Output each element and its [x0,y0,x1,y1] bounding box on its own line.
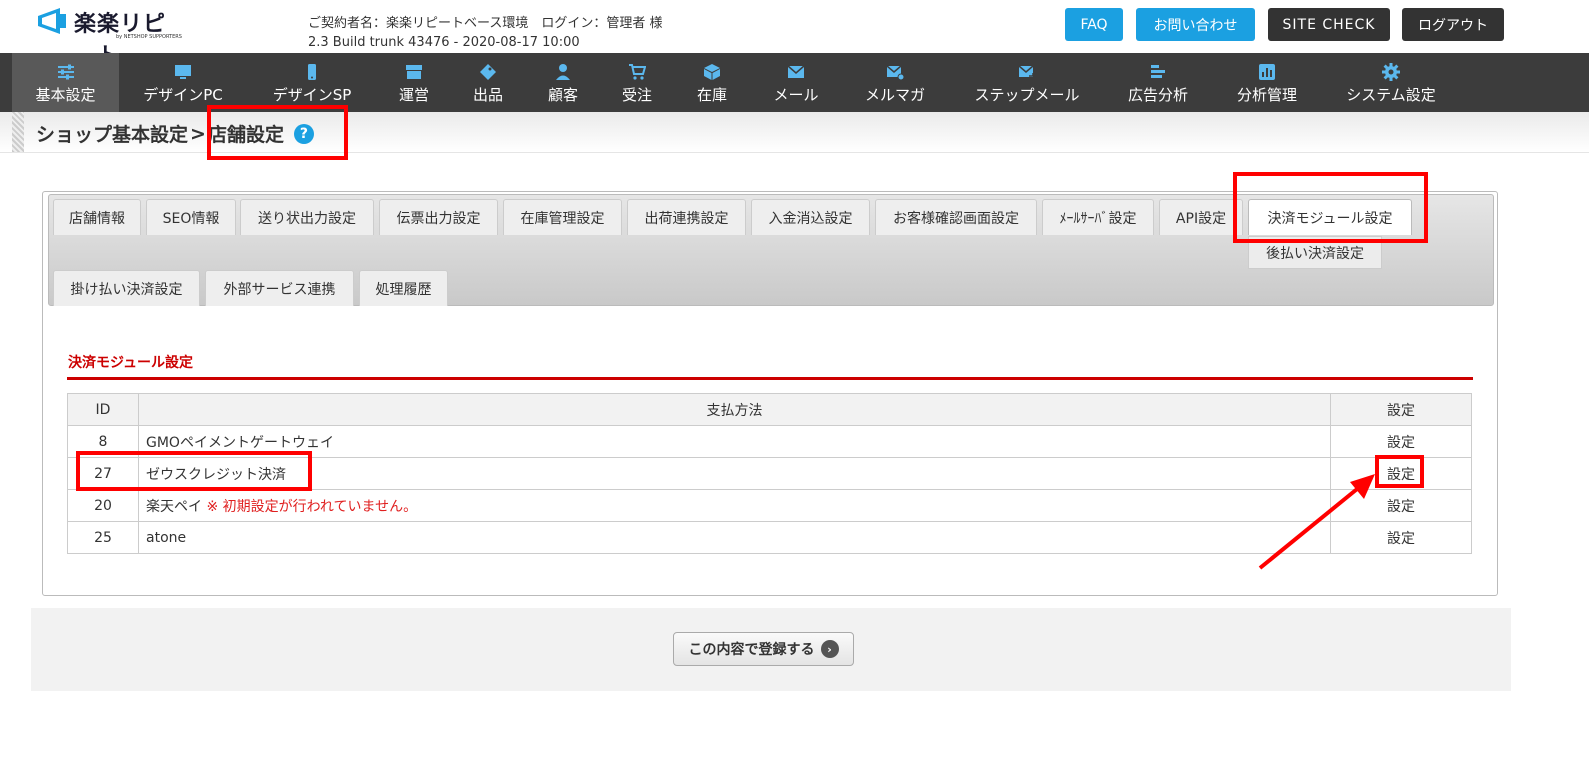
method-name: 楽天ペイ [146,498,202,515]
logo-megaphone-icon [38,8,66,34]
nav-label: 受注 [621,86,652,104]
main-nav: 基本設定 デザインPC デザインSP 運営 出品 顧客 受注 在庫 メール メル… [0,53,1589,112]
tab-invoice-payment[interactable]: 掛け払い決済設定 [53,270,200,306]
nav-label: デザインPC [143,86,223,104]
nav-item-inventory[interactable]: 在庫 [686,53,738,112]
gear-icon [1382,63,1400,81]
table-header-row: ID 支払方法 設定 [67,393,1472,426]
nav-item-basic-settings[interactable]: 基本設定 [12,53,119,112]
nav-label: デザインSP [272,86,352,104]
nav-label: 基本設定 [35,86,96,104]
setup-warning: ※ 初期設定が行われていません。 [206,498,418,515]
col-header-id: ID [67,393,139,426]
mail-icon [787,63,805,81]
nav-item-customer[interactable]: 顧客 [537,53,589,112]
nav-item-design-pc[interactable]: デザインPC [131,53,235,112]
tab-customer-confirm[interactable]: お客様確認画面設定 [875,199,1037,235]
nav-item-mail[interactable]: メール [762,53,830,112]
save-button[interactable]: この内容で登録する › [673,632,854,666]
row-method: ゼウスクレジット決済 [138,457,1331,490]
tab-store-info[interactable]: 店舗情報 [53,199,141,235]
nav-item-analytics[interactable]: 分析管理 [1227,53,1307,112]
nav-item-orders[interactable]: 受注 [611,53,663,112]
col-header-method: 支払方法 [138,393,1331,426]
nav-item-step-mail[interactable]: ステップメール [962,53,1092,112]
row-id: 20 [67,489,139,522]
monitor-icon [174,63,192,81]
row-method: atone [138,521,1331,554]
smartphone-icon [303,63,321,81]
tab-shipment-link[interactable]: 出荷連携設定 [627,199,746,235]
nav-label: システム設定 [1346,86,1436,104]
contract-line: ご契約者名：楽楽リピートベース環境 ログイン：管理者 様 [308,16,663,31]
row-setting-link[interactable]: 設定 [1330,425,1472,458]
tab-process-history[interactable]: 処理履歴 [359,270,448,306]
nav-label: メルマガ [864,86,925,104]
method-name: atone [146,529,187,546]
annotation-box-zeus-row [76,451,312,491]
logo[interactable]: 楽楽リピート by NETSHOP SUPPORTERS [36,4,186,69]
method-name: GMOペイメントゲートウェイ [146,434,334,451]
newsletter-icon [886,63,904,81]
save-button-label: この内容で登録する [688,642,815,658]
tab-shipping-label[interactable]: 送り状出力設定 [240,199,374,235]
box-icon [703,63,721,81]
tab-payment-reconcile[interactable]: 入金消込設定 [751,199,870,235]
tab-invoice-output[interactable]: 伝票出力設定 [379,199,498,235]
annotation-box-page-title [207,105,348,160]
nav-label: 運営 [398,86,429,104]
build-line: 2.3 Build trunk 43476 - 2020-08-17 10:00 [308,35,580,50]
site-check-button[interactable]: SITE CHECK [1268,8,1390,41]
nav-label: 広告分析 [1127,86,1188,104]
tab-mail-server[interactable]: ﾒｰﾙｻｰﾊﾞ設定 [1042,199,1154,235]
nav-item-listing[interactable]: 出品 [462,53,514,112]
step-mail-icon [1018,63,1036,81]
tab-external-services[interactable]: 外部サービス連携 [205,270,354,306]
logo-subtext: by NETSHOP SUPPORTERS [116,34,182,40]
arrow-right-icon: › [820,640,839,658]
cart-icon [628,63,646,81]
logout-button[interactable]: ログアウト [1402,8,1504,41]
user-icon [554,63,572,81]
tab-inventory-settings[interactable]: 在庫管理設定 [503,199,622,235]
section-divider [67,377,1473,380]
nav-label: 在庫 [696,86,727,104]
nav-label: 分析管理 [1236,86,1297,104]
contact-button[interactable]: お問い合わせ [1136,8,1255,41]
col-header-setting: 設定 [1330,393,1472,426]
nav-label: メール [773,86,819,104]
contract-info: ご契約者名：楽楽リピートベース環境 ログイン：管理者 様 2.3 Build t… [308,14,662,52]
nav-item-newsletter[interactable]: メルマガ [855,53,935,112]
section-title: 決済モジュール設定 [68,355,194,371]
breadcrumb-parent[interactable]: ショップ基本設定 [36,120,188,147]
header: 楽楽リピート by NETSHOP SUPPORTERS ご契約者名：楽楽リピー… [0,0,1589,69]
bars-icon [1149,63,1167,81]
annotation-arrow-icon [1258,474,1375,570]
row-id: 25 [67,521,139,554]
store-icon [405,63,423,81]
sliders-icon [57,63,75,81]
nav-item-system-settings[interactable]: システム設定 [1333,53,1449,112]
tab-seo[interactable]: SEO情報 [146,199,236,235]
annotation-box-payment-tab [1233,172,1428,243]
tab-api[interactable]: API設定 [1159,199,1243,235]
faq-button[interactable]: FAQ [1065,8,1123,41]
nav-item-ad-analysis[interactable]: 広告分析 [1118,53,1198,112]
breadcrumb-separator: > [190,122,206,145]
tag-icon [479,63,497,81]
nav-label: ステップメール [974,86,1080,104]
nav-label: 出品 [472,86,503,104]
nav-item-operation[interactable]: 運営 [386,53,442,112]
row-method: 楽天ペイ ※ 初期設定が行われていません。 [138,489,1331,522]
breadcrumb-stripe [12,112,24,152]
row-method: GMOペイメントゲートウェイ [138,425,1331,458]
chart-icon [1258,63,1276,81]
nav-label: 顧客 [547,86,578,104]
nav-item-design-sp[interactable]: デザインSP [258,53,366,112]
